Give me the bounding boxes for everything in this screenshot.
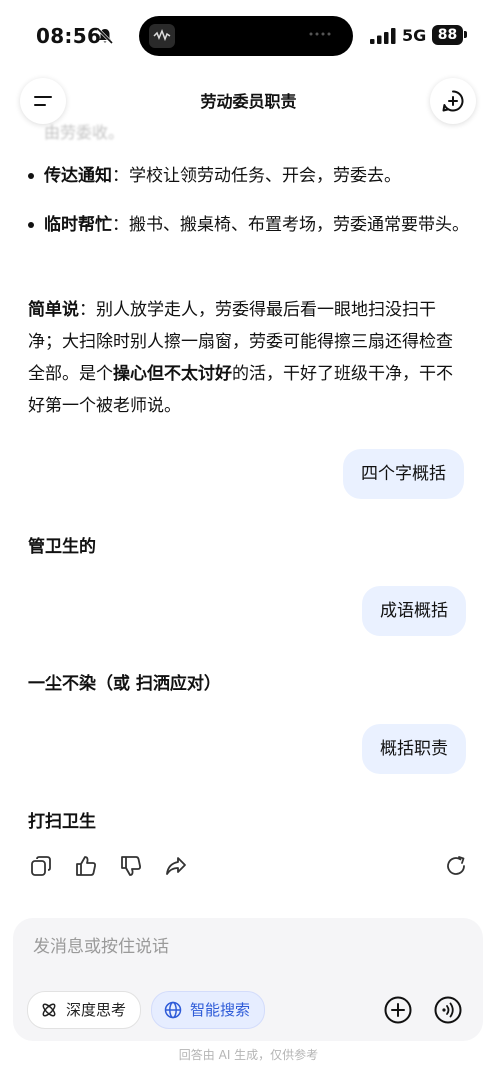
- new-chat-icon: [442, 90, 464, 112]
- message-input[interactable]: [33, 932, 413, 962]
- thumbs-up-icon[interactable]: [74, 854, 98, 878]
- network-type: 5G: [402, 26, 427, 45]
- cellular-signal-icon: [370, 28, 396, 44]
- atom-icon: [42, 1003, 56, 1017]
- globe-icon: [164, 1001, 182, 1019]
- list-item: 传达通知：学校让领劳动任务、开会，劳委去。: [28, 160, 474, 192]
- status-bar: 08:56 5G 88: [0, 0, 497, 72]
- new-chat-button[interactable]: [430, 78, 476, 124]
- list-item-title: 临时帮忙: [44, 215, 112, 235]
- assistant-message: 管卫生的: [28, 537, 96, 557]
- deep-think-label: 深度思考: [66, 1001, 127, 1019]
- user-message[interactable]: 四个字概括: [343, 449, 464, 499]
- thumbs-down-icon[interactable]: [119, 854, 143, 878]
- smart-search-label: 智能搜索: [190, 1001, 251, 1019]
- deep-think-toggle[interactable]: 深度思考: [27, 991, 142, 1029]
- list-item-title: 传达通知: [44, 166, 112, 186]
- user-message[interactable]: 成语概括: [362, 586, 466, 636]
- list-item: 临时帮忙：搬书、搬桌椅、布置考场，劳委通常要带头。: [28, 209, 474, 241]
- refresh-icon[interactable]: [444, 854, 468, 878]
- ai-disclaimer: 回答由 AI 生成，仅供参考: [178, 1048, 319, 1062]
- list-item-body: ：学校让领劳动任务、开会，劳委去。: [112, 166, 401, 186]
- summary-lead: 简单说: [28, 300, 79, 320]
- summary-emphasis: 操心但不太讨好: [113, 364, 232, 384]
- dynamic-island: [139, 16, 353, 56]
- user-message[interactable]: 概括职责: [362, 724, 466, 774]
- list-item-body: ：搬书、搬桌椅、布置考场，劳委通常要带头。: [112, 215, 469, 235]
- bullet-dot: [28, 222, 34, 228]
- message-composer: 深度思考 智能搜索: [13, 918, 483, 1041]
- message-actions: [0, 848, 497, 884]
- page-title: 劳动委员职责: [200, 92, 297, 111]
- summary-paragraph: 简单说：别人放学走人，劳委得最后看一眼地扫没扫干净；大扫除时别人擦一扇窗，劳委可…: [28, 294, 468, 422]
- list-item-text: 传达通知：学校让领劳动任务、开会，劳委去。: [44, 160, 474, 192]
- share-icon[interactable]: [164, 854, 188, 878]
- now-playing-icon: [149, 24, 175, 48]
- battery-nub: [464, 31, 467, 38]
- battery-indicator: 88: [432, 25, 463, 45]
- list-item-text: 临时帮忙：搬书、搬桌椅、布置考场，劳委通常要带头。: [44, 209, 474, 241]
- chat-header: 劳动委员职责: [0, 72, 497, 128]
- smart-search-toggle[interactable]: 智能搜索: [151, 991, 266, 1029]
- assistant-message: 一尘不染（或 扫洒应对）: [28, 674, 221, 694]
- island-dots-icon: [309, 32, 331, 36]
- bullet-dot: [28, 173, 34, 179]
- voice-icon[interactable]: [433, 995, 463, 1025]
- copy-icon[interactable]: [29, 854, 53, 878]
- assistant-message: 打扫卫生: [28, 812, 96, 832]
- bell-muted-icon: [96, 27, 114, 45]
- plus-icon[interactable]: [383, 995, 413, 1025]
- status-time: 08:56: [36, 24, 102, 48]
